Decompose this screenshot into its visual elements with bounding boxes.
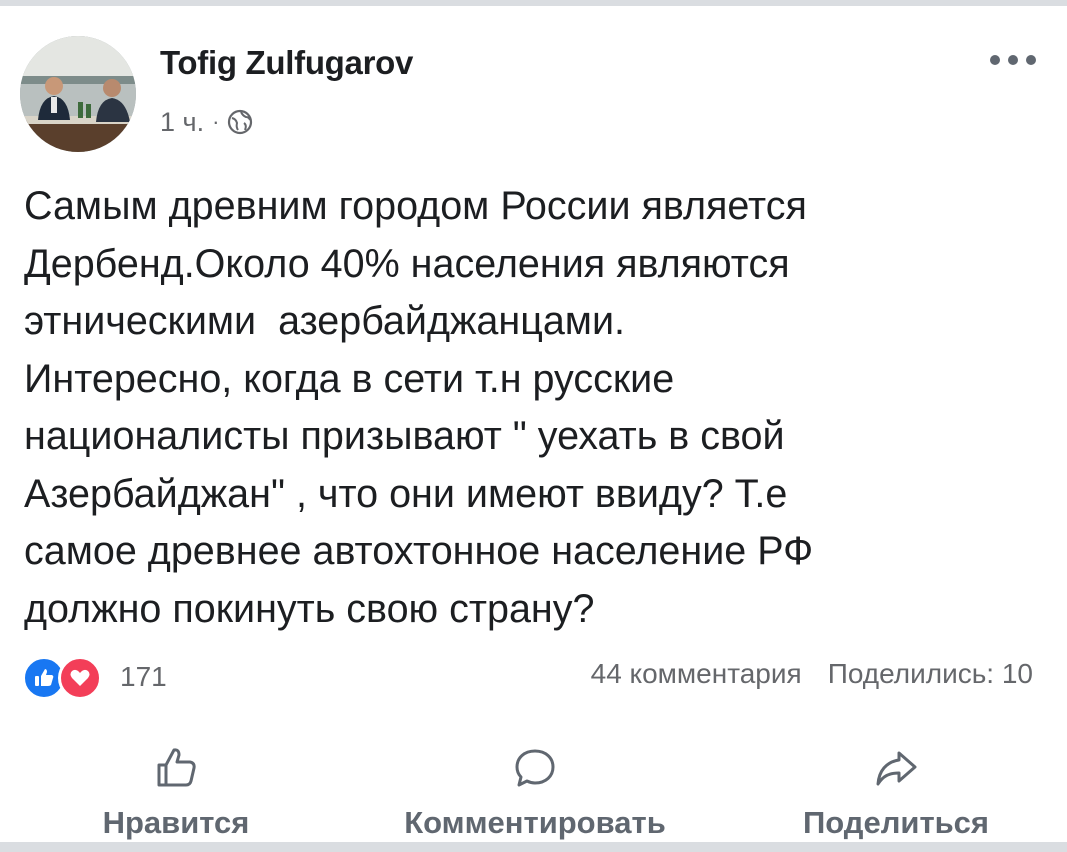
- comment-label: Комментировать: [404, 805, 666, 840]
- more-dot: [990, 55, 1000, 65]
- share-button[interactable]: Поделиться: [786, 745, 1006, 841]
- more-dot: [1008, 55, 1018, 65]
- bottom-divider: [0, 842, 1067, 852]
- comment-bubble-icon: [515, 749, 555, 787]
- post-text: Самым древним городом России является Де…: [24, 184, 814, 631]
- reactions-count: 171: [120, 661, 167, 692]
- share-label: Поделиться: [802, 805, 990, 840]
- author-name[interactable]: Tofig Zulfugarov: [160, 44, 413, 82]
- more-dot: [1026, 55, 1036, 65]
- love-reaction-icon: [58, 656, 102, 700]
- comment-button[interactable]: Комментировать: [380, 745, 690, 841]
- globe-icon: [227, 109, 253, 135]
- thumbs-up-icon: [157, 748, 196, 787]
- top-divider: [0, 0, 1067, 6]
- comments-count-link[interactable]: 44 комментария: [591, 658, 802, 690]
- reactions-summary[interactable]: 171: [22, 652, 167, 702]
- more-options-icon[interactable]: [990, 48, 1036, 72]
- share-arrow-icon: [876, 751, 917, 786]
- like-button[interactable]: Нравится: [86, 745, 266, 841]
- meta-separator: ·: [212, 109, 220, 134]
- like-label: Нравится: [102, 805, 250, 840]
- shares-count-link[interactable]: Поделились: 10: [828, 658, 1033, 690]
- reaction-icons: [22, 652, 110, 702]
- post-time[interactable]: 1 ч.: [160, 107, 204, 138]
- avatar[interactable]: [20, 36, 136, 152]
- post-stats: 44 комментария Поделились: 10: [591, 658, 1033, 690]
- post-meta: 1 ч. ·: [160, 106, 253, 138]
